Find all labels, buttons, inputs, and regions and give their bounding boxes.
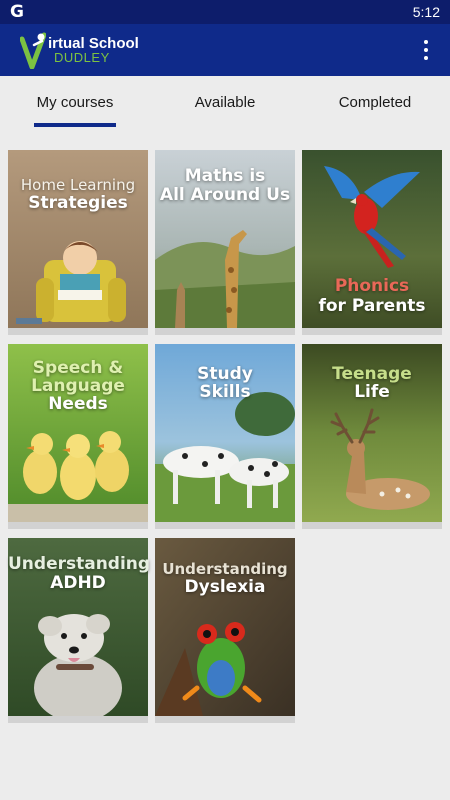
course-card-study-skills[interactable]: Study Skills	[155, 344, 295, 529]
logo-text: irtual School DUDLEY	[48, 36, 139, 64]
course-progress-strip	[8, 328, 148, 335]
course-title-line2: Skills	[199, 382, 251, 402]
logo-title: irtual School	[48, 35, 139, 52]
course-card-adhd[interactable]: Understanding ADHD	[8, 538, 151, 723]
course-progress-strip	[155, 716, 295, 723]
app-logo: irtual School DUDLEY	[20, 30, 139, 70]
google-icon: G	[10, 2, 24, 22]
course-title-line2: Life	[354, 382, 390, 402]
course-progress-strip	[155, 328, 295, 335]
course-progress-strip	[8, 716, 148, 723]
course-progress-strip	[302, 328, 442, 335]
course-card-dyslexia[interactable]: Understanding Dyslexia	[155, 538, 295, 723]
course-title-line2: Strategies	[28, 193, 128, 213]
status-time: 5:12	[412, 4, 440, 20]
course-title-line2: All Around Us	[159, 185, 291, 205]
course-card-phonics[interactable]: Phonics for Parents	[302, 150, 442, 335]
status-bar: G 5:12	[0, 0, 450, 24]
course-title-line1: Home Learning	[20, 176, 136, 194]
course-title-line1: Understanding	[162, 560, 288, 578]
course-progress-strip	[155, 522, 295, 529]
course-title-line3: Needs	[48, 394, 108, 414]
course-card-home-learning[interactable]: Home Learning Strategies	[8, 150, 148, 335]
course-title-line1: Maths is	[184, 166, 266, 186]
course-title-line2: for Parents	[318, 296, 426, 316]
course-card-maths[interactable]: Maths is All Around Us	[155, 150, 295, 335]
tab-available[interactable]: Available	[150, 76, 300, 128]
course-progress-strip	[8, 522, 148, 529]
course-card-teenage-life[interactable]: Teenage Life	[302, 344, 442, 529]
course-title-line2: ADHD	[50, 573, 106, 593]
course-title-line2: Dyslexia	[184, 577, 266, 597]
logo-mark-icon	[20, 32, 46, 69]
course-title-line1: Phonics	[334, 276, 410, 296]
logo-subtitle: DUDLEY	[54, 50, 110, 65]
app-bar: irtual School DUDLEY	[0, 24, 450, 76]
tab-completed[interactable]: Completed	[300, 76, 450, 128]
more-vert-icon[interactable]	[414, 35, 438, 65]
course-card-speech-language[interactable]: Speech & Language Needs	[8, 344, 148, 529]
course-title-line1: Understanding	[8, 554, 151, 574]
tab-bar: My courses Available Completed	[0, 76, 450, 128]
course-progress-strip	[302, 522, 442, 529]
tab-my-courses[interactable]: My courses	[0, 76, 150, 128]
